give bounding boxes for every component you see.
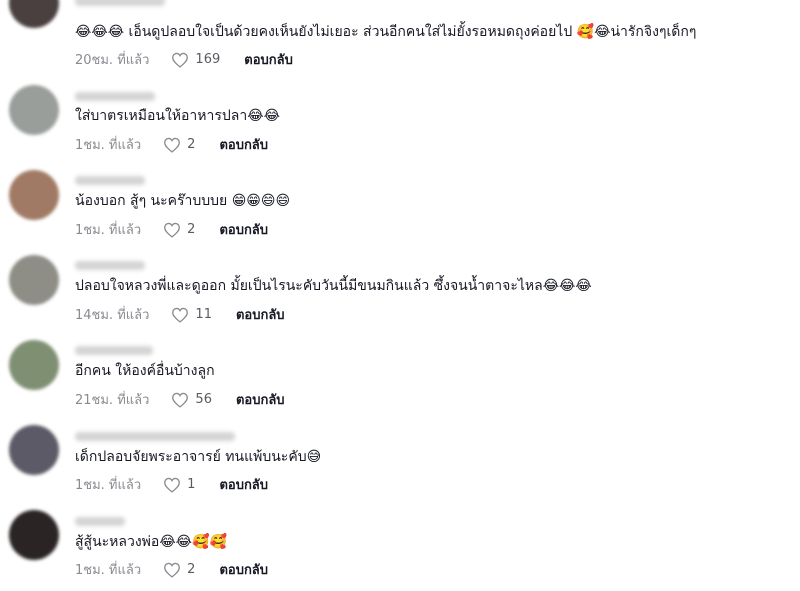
username-blurred[interactable]	[75, 346, 153, 355]
comment-time: 1ชม. ที่แล้ว	[75, 478, 142, 493]
like-count: 2	[187, 222, 196, 237]
like-count: 2	[187, 137, 196, 152]
reply-button[interactable]: ตอบกลับ	[219, 559, 268, 580]
heart-outline-icon[interactable]	[171, 392, 189, 408]
avatar[interactable]	[9, 425, 59, 475]
comment-meta: 1ชม. ที่แล้ว 2 ตอบกลับ	[75, 219, 268, 240]
heart-outline-icon[interactable]	[171, 307, 189, 323]
comment-time: 14ชม. ที่แล้ว	[75, 308, 150, 323]
comment-tail: น่ารักจิงๆเด็กๆ	[610, 24, 697, 40]
emoji-group: 🥰😂	[576, 24, 611, 40]
emoji-group: 😁😁😄😄	[231, 193, 291, 209]
emoji-group: 😅	[306, 449, 322, 465]
comment-body: น้องบอก สู้ๆ นะคร๊าบบบย	[75, 193, 228, 209]
reply-button[interactable]: ตอบกลับ	[219, 134, 268, 155]
like-count: 2	[187, 562, 196, 577]
comment-meta: 21ชม. ที่แล้ว 56 ตอบกลับ	[75, 389, 285, 410]
comment-text: น้องบอก สู้ๆ นะคร๊าบบบย 😁😁😄😄	[75, 192, 290, 210]
comment-time: 21ชม. ที่แล้ว	[75, 393, 150, 408]
heart-outline-icon[interactable]	[163, 222, 181, 238]
reply-button[interactable]: ตอบกลับ	[236, 304, 285, 325]
comment-meta: 1ชม. ที่แล้ว 2 ตอบกลับ	[75, 559, 268, 580]
comment-time: 1ชม. ที่แล้ว	[75, 563, 142, 578]
comment-meta: 1ชม. ที่แล้ว 2 ตอบกลับ	[75, 134, 268, 155]
comment-text: เด็กปลอบจัยพระอาจารย์ ทนแพ้บนะคับ😅	[75, 448, 321, 466]
comment-text: ใส่บาตรเหมือนให้อาหารปลา😂😂	[75, 107, 280, 125]
avatar[interactable]	[9, 85, 59, 135]
heart-outline-icon[interactable]	[163, 137, 181, 153]
username-blurred[interactable]	[75, 176, 145, 185]
comment-text: สู้สู้นะหลวงพ่อ😂😂🥰🥰	[75, 533, 227, 551]
avatar[interactable]	[9, 340, 59, 390]
comment-body: เด็กปลอบจัยพระอาจารย์ ทนแพ้บนะคับ	[75, 449, 307, 465]
comment-body: ปลอบใจหลวงพี่และดูออก มั้ยเป็นไรนะคับวัน…	[75, 278, 543, 294]
heart-outline-icon[interactable]	[171, 52, 189, 68]
avatar[interactable]	[9, 255, 59, 305]
emoji-group: 😂😂🥰🥰	[159, 534, 227, 550]
comment-body: เอ็นดูปลอบใจเป็นด้วยคงเห็นยังไม่เยอะ ส่ว…	[128, 24, 573, 40]
like-count: 11	[195, 307, 212, 322]
comment-meta: 14ชม. ที่แล้ว 11 ตอบกลับ	[75, 304, 285, 325]
emoji-group: 😂😂	[247, 108, 280, 124]
comment-body: สู้สู้นะหลวงพ่อ	[75, 534, 160, 550]
username-blurred[interactable]	[75, 432, 235, 441]
heart-outline-icon[interactable]	[163, 477, 181, 493]
emoji-group: 😂😂😂	[75, 24, 125, 40]
comment-text: อีกคน ให้องค์อื่นบ้างลูก	[75, 362, 215, 380]
comment-time: 1ชม. ที่แล้ว	[75, 138, 142, 153]
comment-time: 20ชม. ที่แล้ว	[75, 53, 150, 68]
comment-time: 1ชม. ที่แล้ว	[75, 223, 142, 238]
emoji-group: 😂😂😂	[542, 278, 592, 294]
comment-body: ใส่บาตรเหมือนให้อาหารปลา	[75, 108, 248, 124]
like-count: 56	[195, 392, 212, 407]
comment-body: อีกคน ให้องค์อื่นบ้างลูก	[75, 363, 215, 379]
like-count: 169	[195, 52, 221, 67]
avatar[interactable]	[9, 0, 59, 28]
avatar[interactable]	[9, 510, 59, 560]
username-blurred[interactable]	[75, 261, 145, 270]
comment-meta: 20ชม. ที่แล้ว 169 ตอบกลับ	[75, 49, 293, 70]
comment-text: ปลอบใจหลวงพี่และดูออก มั้ยเป็นไรนะคับวัน…	[75, 277, 592, 295]
comment-text: 😂😂😂 เอ็นดูปลอบใจเป็นด้วยคงเห็นยังไม่เยอะ…	[75, 23, 696, 41]
heart-outline-icon[interactable]	[163, 562, 181, 578]
reply-button[interactable]: ตอบกลับ	[219, 474, 268, 495]
reply-button[interactable]: ตอบกลับ	[244, 49, 293, 70]
reply-button[interactable]: ตอบกลับ	[219, 219, 268, 240]
avatar[interactable]	[9, 170, 59, 220]
comment-meta: 1ชม. ที่แล้ว 1 ตอบกลับ	[75, 474, 268, 495]
username-blurred[interactable]	[75, 0, 165, 6]
like-count: 1	[187, 477, 196, 492]
username-blurred[interactable]	[75, 92, 155, 101]
reply-button[interactable]: ตอบกลับ	[236, 389, 285, 410]
username-blurred[interactable]	[75, 517, 125, 526]
